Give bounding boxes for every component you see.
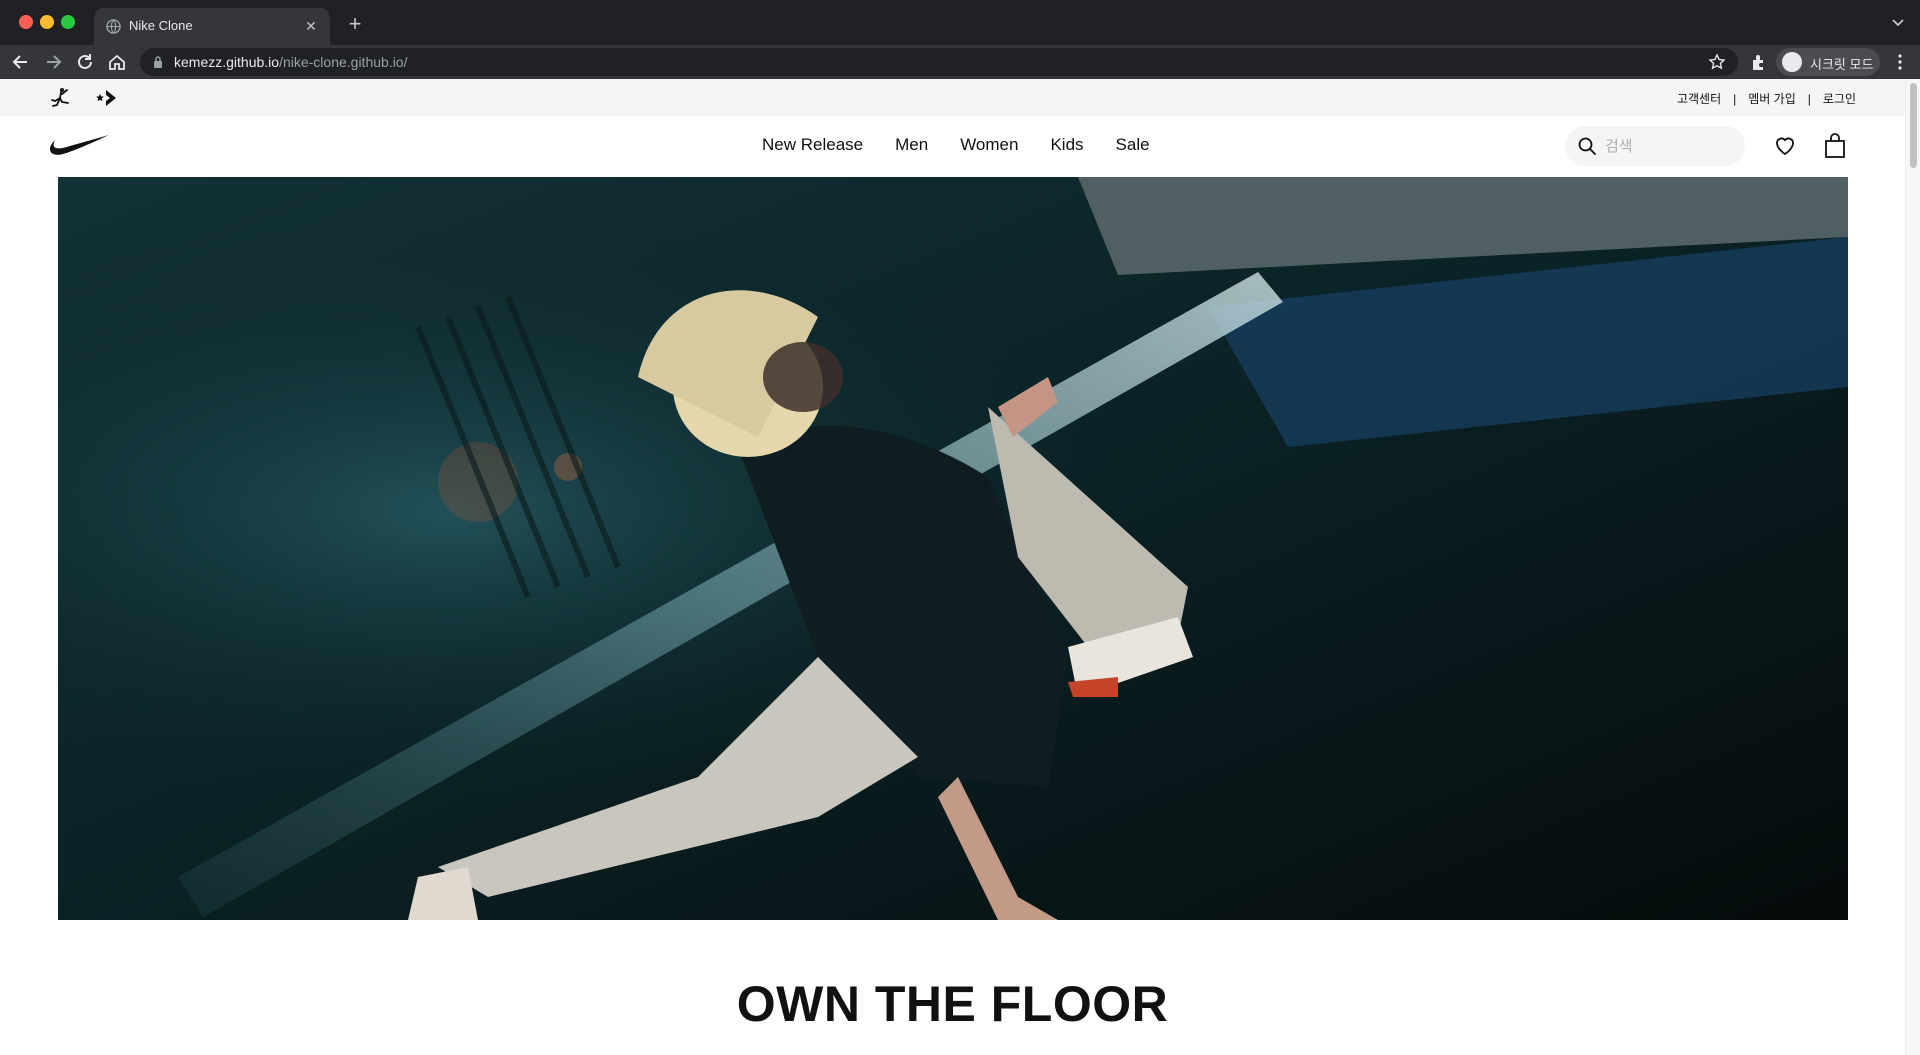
browser-tab[interactable]: Nike Clone ✕ <box>94 8 330 45</box>
url-host: kemezz.github.io <box>174 54 280 70</box>
close-window-button[interactable] <box>19 15 33 29</box>
browser-toolbar: kemezz.github.io/nike-clone.github.io/ 시… <box>0 45 1920 79</box>
hero-image[interactable] <box>58 177 1848 920</box>
incognito-profile-button[interactable]: 시크릿 모드 <box>1776 48 1880 76</box>
reload-icon[interactable] <box>74 51 96 73</box>
chevron-down-icon[interactable] <box>1890 14 1906 30</box>
tab-title: Nike Clone <box>129 18 193 33</box>
bookmark-star-icon[interactable] <box>1708 53 1726 71</box>
hero-headline: OWN THE FLOOR <box>736 976 1169 1032</box>
join-link[interactable]: 멤버 가입 <box>1748 90 1796 107</box>
converse-icon[interactable] <box>96 88 120 108</box>
globe-icon <box>106 19 121 34</box>
separator: | <box>1733 91 1737 106</box>
close-tab-icon[interactable]: ✕ <box>302 17 320 35</box>
minimize-window-button[interactable] <box>40 15 54 29</box>
main-menu: New Release Men Women Kids Sale <box>762 134 1182 156</box>
url-text: kemezz.github.io/nike-clone.github.io/ <box>174 54 407 70</box>
main-nav: New Release Men Women Kids Sale <box>0 116 1905 176</box>
nav-item-kids[interactable]: Kids <box>1050 134 1083 156</box>
utility-bar: 고객센터 | 멤버 가입 | 로그인 <box>0 79 1905 116</box>
heart-icon[interactable] <box>1773 134 1797 158</box>
address-bar[interactable]: kemezz.github.io/nike-clone.github.io/ <box>140 48 1738 76</box>
page-scrollbar[interactable] <box>1905 79 1920 1055</box>
new-tab-button[interactable]: + <box>343 12 367 36</box>
home-icon[interactable] <box>106 51 128 73</box>
utility-links: 고객센터 | 멤버 가입 | 로그인 <box>1677 90 1856 107</box>
hero-dancer-photo <box>58 177 1848 920</box>
jordan-icon[interactable] <box>50 87 72 109</box>
incognito-icon <box>1782 52 1802 72</box>
shopping-bag-icon[interactable] <box>1823 133 1847 159</box>
browser-tab-strip: Nike Clone ✕ + <box>0 0 1920 45</box>
search-icon[interactable] <box>1577 136 1597 156</box>
search-box[interactable] <box>1565 126 1745 166</box>
nav-item-women[interactable]: Women <box>960 134 1018 156</box>
lock-icon <box>154 56 162 68</box>
extensions-icon[interactable] <box>1750 53 1768 71</box>
page-viewport: 고객센터 | 멤버 가입 | 로그인 New Release Men Women… <box>0 79 1920 1055</box>
forward-icon[interactable] <box>42 51 64 73</box>
maximize-window-button[interactable] <box>61 15 75 29</box>
nav-item-new-release[interactable]: New Release <box>762 134 863 156</box>
nike-swoosh-logo[interactable] <box>49 134 110 156</box>
nav-item-men[interactable]: Men <box>895 134 928 156</box>
more-menu-icon[interactable] <box>1892 53 1908 71</box>
url-path: /nike-clone.github.io/ <box>279 54 408 70</box>
separator: | <box>1807 91 1811 106</box>
search-input[interactable] <box>1605 134 1733 158</box>
nav-item-sale[interactable]: Sale <box>1116 134 1150 156</box>
login-link[interactable]: 로그인 <box>1823 90 1856 107</box>
incognito-label: 시크릿 모드 <box>1810 57 1874 72</box>
scrollbar-thumb[interactable] <box>1910 83 1917 168</box>
help-center-link[interactable]: 고객센터 <box>1677 90 1721 107</box>
back-icon[interactable] <box>10 51 32 73</box>
